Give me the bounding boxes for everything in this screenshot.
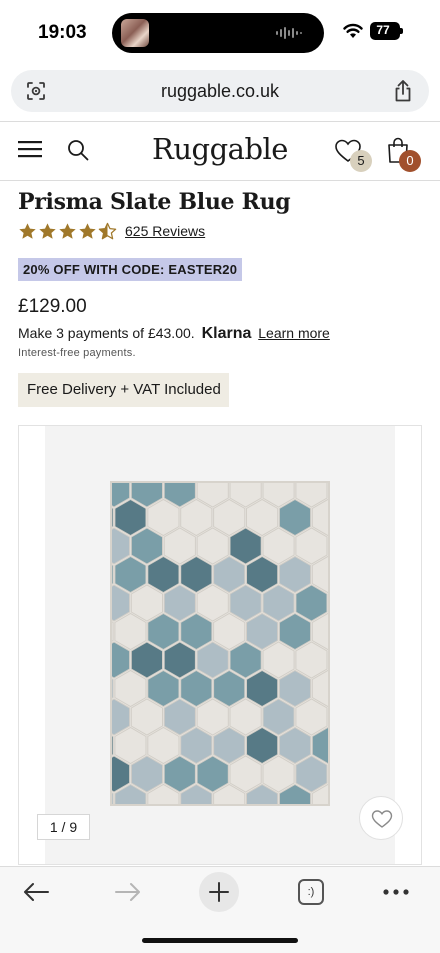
tabs-icon[interactable]: :) (298, 879, 324, 905)
home-indicator (142, 938, 298, 943)
star-rating (18, 222, 117, 241)
product-rating[interactable]: 625 Reviews (18, 220, 205, 242)
hexagon-pattern (112, 483, 330, 804)
star-icon (19, 222, 36, 239)
more-dots-icon[interactable] (382, 888, 410, 896)
now-playing-thumb (121, 19, 149, 47)
status-bar: 19:03 77 (0, 0, 440, 64)
hex-tile (329, 585, 330, 621)
half-star-icon (98, 222, 117, 239)
back-arrow-icon[interactable] (22, 881, 50, 903)
plus-icon (209, 882, 229, 902)
hex-tile (329, 699, 330, 735)
delivery-badge: Free Delivery + VAT Included (18, 373, 229, 407)
share-icon[interactable] (393, 79, 413, 103)
klarna-installments: Make 3 payments of £43.00. Klarna Learn … (18, 325, 330, 343)
product-image-gallery[interactable]: 1 / 9 (18, 425, 422, 865)
klarna-learn-more-link[interactable]: Learn more (258, 325, 330, 341)
interest-free-note: Interest-free payments. (18, 347, 136, 359)
hex-tile (329, 642, 330, 678)
dynamic-island[interactable] (112, 13, 324, 53)
new-tab-button[interactable] (199, 872, 239, 912)
star-icon (39, 222, 56, 239)
wishlist-count-badge: 5 (350, 150, 372, 172)
status-time: 19:03 (38, 22, 87, 43)
battery-level: 77 (376, 23, 390, 37)
site-logo[interactable]: Ruggable (0, 132, 440, 166)
image-counter: 1 / 9 (37, 814, 90, 840)
hex-tile (329, 528, 330, 564)
promo-badge: 20% OFF WITH CODE: EASTER20 (18, 258, 243, 281)
battery-nub (400, 28, 403, 34)
product-title: Prisma Slate Blue Rug (18, 189, 291, 215)
hex-tile (329, 756, 330, 792)
product-price: £129.00 (18, 296, 87, 317)
audio-wave-icon (276, 27, 302, 39)
heart-icon (371, 810, 393, 828)
hex-tile (329, 483, 330, 507)
rug-image[interactable] (110, 481, 330, 806)
klarna-logo: Klarna (201, 325, 252, 342)
header-divider-bottom (0, 180, 440, 181)
reviews-link[interactable]: 625 Reviews (125, 223, 205, 239)
star-icon (79, 222, 96, 239)
bag-count-badge: 0 (399, 150, 421, 172)
address-bar[interactable]: ruggable.co.uk (11, 70, 429, 112)
klarna-text: Make 3 payments of £43.00. (18, 325, 195, 341)
battery-icon: 77 (370, 22, 400, 40)
site-header: Ruggable 5 0 (0, 122, 440, 180)
forward-arrow-icon[interactable] (114, 881, 142, 903)
wifi-icon (343, 23, 363, 38)
star-icon (59, 222, 76, 239)
address-url[interactable]: ruggable.co.uk (11, 81, 429, 102)
favourite-button[interactable] (359, 796, 403, 840)
